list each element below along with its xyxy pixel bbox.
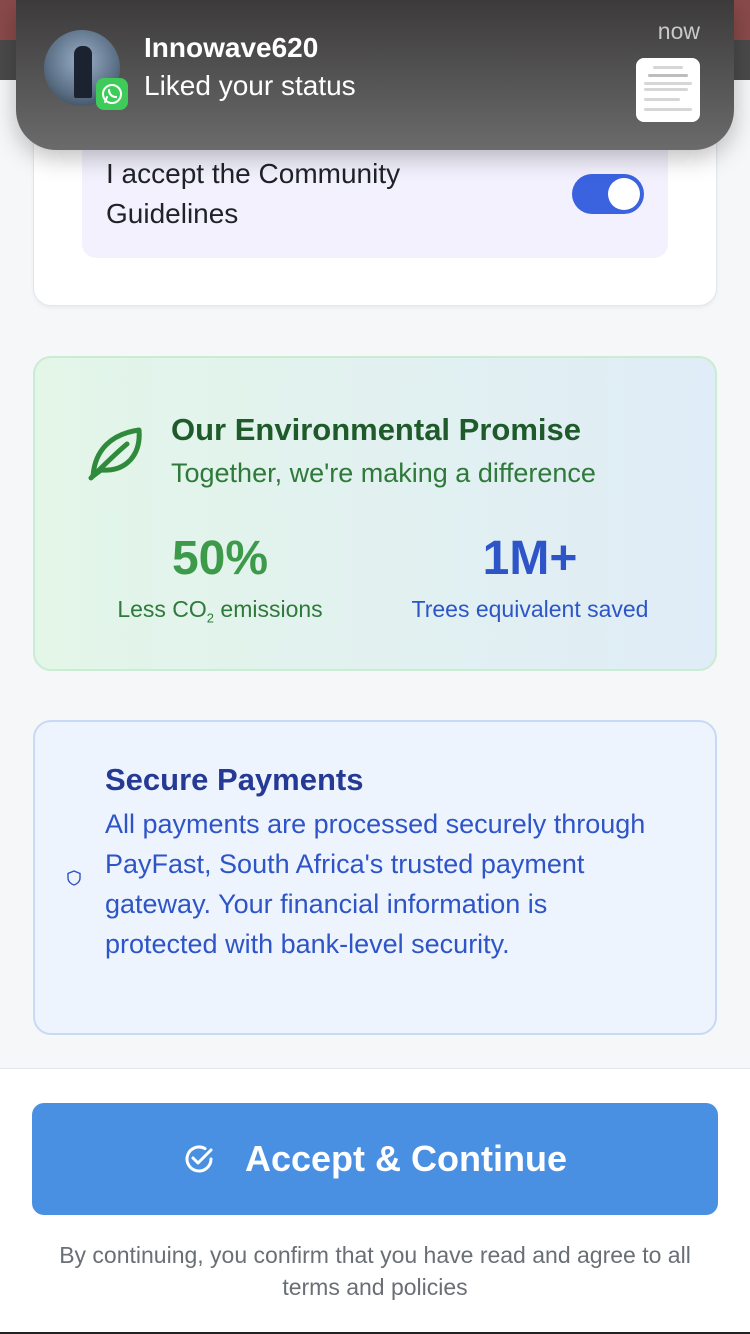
- terms-disclaimer: By continuing, you confirm that you have…: [59, 1242, 691, 1300]
- accept-continue-label: Accept & Continue: [244, 1138, 567, 1179]
- notification-time: now: [657, 18, 700, 44]
- check-circle-icon: [185, 1145, 213, 1173]
- avatar-figure: [74, 46, 92, 98]
- accept-continue-button[interactable]: Accept & Continue: [32, 1103, 718, 1215]
- shield-icon: [67, 870, 81, 886]
- guidelines-label: I accept the Community Guidelines: [106, 158, 401, 229]
- environmental-subtitle: Together, we're making a difference: [171, 458, 596, 488]
- secure-payments-title: Secure Payments: [105, 762, 364, 797]
- notification-banner[interactable]: Innowave620 Liked your status now: [16, 0, 734, 150]
- secure-payments-body: All payments are processed securely thro…: [105, 809, 646, 959]
- stat-co2: 50% Less CO2 emissions: [55, 530, 385, 626]
- guidelines-toggle[interactable]: [572, 174, 644, 214]
- notification-message: Liked your status: [144, 70, 356, 101]
- secure-payments-card: Secure Payments All payments are process…: [33, 720, 717, 1035]
- bottom-action-bar: Accept & Continue By continuing, you con…: [0, 1068, 750, 1334]
- stat-co2-value: 50%: [171, 532, 269, 585]
- stat-co2-label: Less CO2 emissions: [117, 596, 323, 626]
- stat-trees-value: 1M+: [482, 532, 578, 585]
- stat-trees-label: Trees equivalent saved: [411, 596, 649, 622]
- stat-trees: 1M+ Trees equivalent saved: [365, 530, 695, 623]
- guidelines-row[interactable]: I accept the Community Guidelines: [82, 132, 668, 258]
- environmental-promise-card: Our Environmental Promise Together, we'r…: [33, 356, 717, 671]
- environmental-title: Our Environmental Promise: [171, 412, 581, 447]
- toggle-knob: [608, 178, 640, 210]
- whatsapp-glyph-icon: [102, 84, 122, 104]
- leaf-icon: [88, 427, 142, 481]
- whatsapp-icon: [96, 78, 128, 110]
- notification-thumbnail: [636, 58, 700, 122]
- notification-sender: Innowave620: [144, 32, 319, 63]
